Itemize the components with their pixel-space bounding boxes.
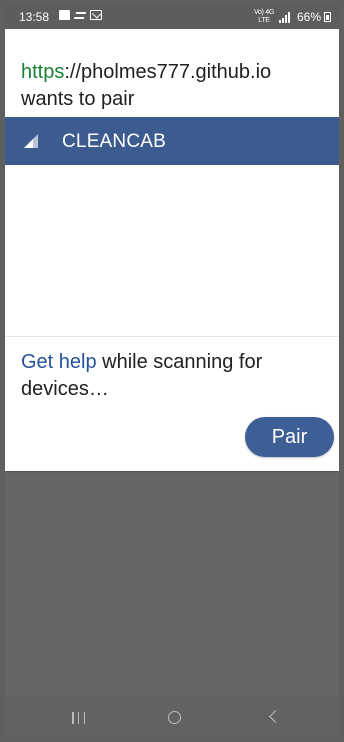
back-icon[interactable]: [269, 710, 282, 723]
url-scheme: https: [21, 61, 65, 83]
bluetooth-pairing-dialog: https://pholmes777.github.io wants to pa…: [5, 29, 339, 471]
dialog-divider: [5, 336, 339, 337]
site-origin: ://pholmes777.github.io: [64, 61, 272, 83]
pairing-request-title: https://pholmes777.github.io wants to pa…: [21, 59, 333, 113]
link-notification-icon: [73, 11, 87, 19]
battery-icon: [324, 12, 331, 22]
network-type-icon: Vo) 4G LTE: [253, 9, 274, 24]
scanning-help-text: Get help while scanning for devices…: [21, 349, 326, 403]
image-notification-icon: [59, 10, 70, 20]
device-name: CLEANCAB: [62, 131, 167, 152]
cell-signal-icon: [278, 11, 292, 23]
android-navigation-bar: [5, 695, 339, 737]
system-status-icons: Vo) 4G LTE 66%: [254, 5, 331, 29]
status-bar: 13:58 Vo) 4G LTE 66%: [5, 5, 339, 29]
bluetooth-signal-icon: [24, 134, 38, 148]
pair-button[interactable]: Pair: [245, 417, 334, 457]
phone-screen: 13:58 Vo) 4G LTE 66% https://pholmes777.…: [5, 5, 339, 737]
recent-apps-icon[interactable]: [72, 712, 85, 724]
mail-notification-icon: [90, 10, 102, 20]
pair-request-text: wants to pair: [21, 88, 135, 110]
home-icon[interactable]: [168, 711, 181, 724]
notification-icons: [59, 10, 102, 20]
battery-percentage: 66%: [296, 10, 321, 24]
device-list-item-cleancab[interactable]: CLEANCAB: [5, 117, 339, 165]
status-time: 13:58: [19, 10, 50, 24]
get-help-link[interactable]: Get help: [21, 351, 97, 373]
